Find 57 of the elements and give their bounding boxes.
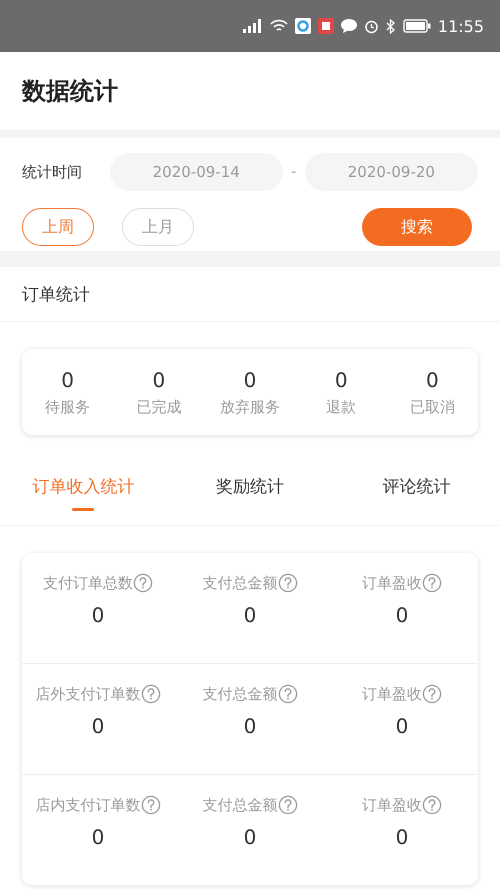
help-icon[interactable] [278,684,298,704]
stat-value: 0 [244,603,256,627]
stat-value: 0 [244,368,256,392]
battery-icon [402,19,431,33]
date-separator: - [290,164,298,180]
help-icon[interactable] [278,573,298,593]
stat-label: 店内支付订单数 [36,796,140,814]
stat-value: 0 [396,714,408,738]
help-icon[interactable] [422,795,442,815]
stat-label: 店外支付订单数 [36,684,140,704]
stat-label: 支付总金额 [202,796,278,814]
status-time: 11:55 [438,16,484,36]
chat-icon [340,19,357,33]
time-label: 统计时间 [22,162,83,182]
end-date-field[interactable]: 2020-09-20 [304,153,478,191]
help-icon[interactable] [133,573,153,593]
stat-label: 订单盈收 [362,574,422,592]
help-icon[interactable] [278,795,298,815]
range-button[interactable]: 上周 [22,208,94,246]
stat-value: 0 [92,714,104,738]
section-title: 订单统计 [22,284,90,306]
stat-value: 0 [92,603,104,627]
app-icon [294,18,311,34]
page-title: 数据统计 [22,76,118,107]
stat-label: 支付总金额 [202,574,278,592]
bluetooth-icon [386,18,396,34]
stat-label: 已取消 [410,398,455,416]
tab[interactable]: 订单收入统计 [0,475,167,525]
stat-value: 0 [334,368,348,392]
stat-label: 支付订单总数 [43,574,133,592]
stat-value: 0 [92,825,104,849]
wifi-icon [270,19,288,33]
stat-label: 退款 [326,398,356,416]
help-icon[interactable] [140,795,160,815]
help-icon[interactable] [422,684,442,704]
stat-value: 0 [152,368,166,392]
stat-label: 已完成 [136,398,182,416]
stat-label: 待服务 [45,398,90,416]
stat-value: 0 [244,825,256,849]
stat-label: 订单盈收 [362,684,422,704]
stat-value: 0 [426,368,439,392]
alarm-icon [364,18,379,34]
start-date-field[interactable]: 2020-09-14 [110,153,283,191]
range-button[interactable]: 上月 [122,208,194,246]
stat-value: 0 [61,368,74,392]
stat-value: 0 [396,603,408,627]
help-icon[interactable] [140,684,160,704]
help-icon[interactable] [422,573,442,593]
tab[interactable]: 奖励统计 [166,475,334,525]
stat-value: 0 [396,825,408,849]
stat-label: 放弃服务 [220,398,280,416]
stat-label: 订单盈收 [362,796,422,814]
signal-icon [240,19,263,33]
stat-value: 0 [244,714,256,738]
stat-label: 支付总金额 [202,684,278,704]
tab[interactable]: 评论统计 [333,475,500,525]
search-button[interactable]: 搜索 [362,208,472,246]
